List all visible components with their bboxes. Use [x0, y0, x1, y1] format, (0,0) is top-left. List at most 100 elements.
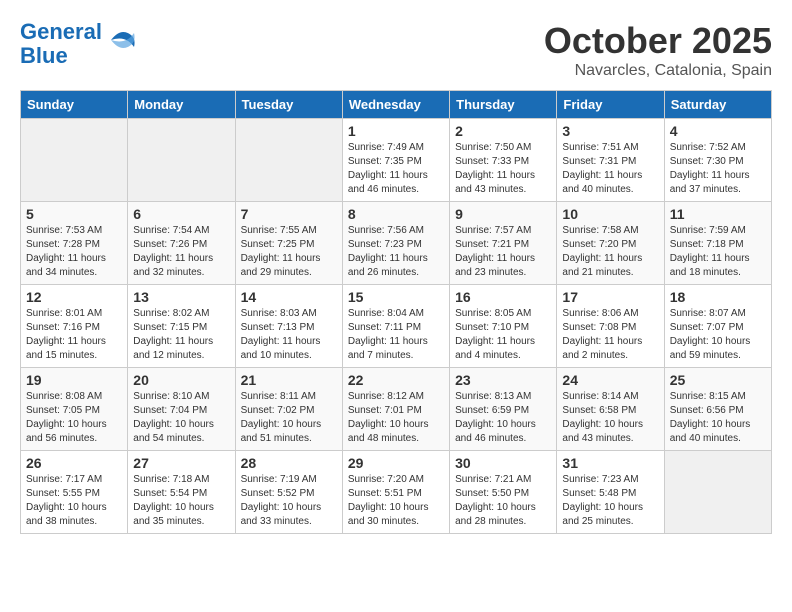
header-row: SundayMondayTuesdayWednesdayThursdayFrid… [21, 91, 772, 119]
day-cell [128, 119, 235, 202]
location: Navarcles, Catalonia, Spain [544, 62, 772, 80]
day-number: 2 [455, 123, 551, 139]
day-number: 15 [348, 289, 444, 305]
day-cell: 21 Sunrise: 8:11 AM Sunset: 7:02 PM Dayli… [235, 368, 342, 451]
day-info: Sunrise: 7:56 AM Sunset: 7:23 PM Dayligh… [348, 224, 444, 280]
day-cell: 12 Sunrise: 8:01 AM Sunset: 7:16 PM Dayli… [21, 285, 128, 368]
day-info: Sunrise: 7:51 AM Sunset: 7:31 PM Dayligh… [562, 141, 658, 197]
day-cell: 19 Sunrise: 8:08 AM Sunset: 7:05 PM Dayli… [21, 368, 128, 451]
day-number: 9 [455, 206, 551, 222]
day-info: Sunrise: 7:58 AM Sunset: 7:20 PM Dayligh… [562, 224, 658, 280]
day-cell: 22 Sunrise: 8:12 AM Sunset: 7:01 PM Dayli… [342, 368, 449, 451]
day-cell: 29 Sunrise: 7:20 AM Sunset: 5:51 PM Dayli… [342, 451, 449, 534]
day-cell [664, 451, 771, 534]
day-cell: 26 Sunrise: 7:17 AM Sunset: 5:55 PM Dayli… [21, 451, 128, 534]
col-header-thursday: Thursday [450, 91, 557, 119]
day-number: 22 [348, 372, 444, 388]
day-cell: 20 Sunrise: 8:10 AM Sunset: 7:04 PM Dayli… [128, 368, 235, 451]
day-cell: 16 Sunrise: 8:05 AM Sunset: 7:10 PM Dayli… [450, 285, 557, 368]
day-info: Sunrise: 7:59 AM Sunset: 7:18 PM Dayligh… [670, 224, 766, 280]
day-number: 17 [562, 289, 658, 305]
week-row-1: 1Sunrise: 7:49 AM Sunset: 7:35 PM Daylig… [21, 119, 772, 202]
day-info: Sunrise: 7:23 AM Sunset: 5:48 PM Dayligh… [562, 473, 658, 529]
day-info: Sunrise: 7:21 AM Sunset: 5:50 PM Dayligh… [455, 473, 551, 529]
day-info: Sunrise: 8:03 AM Sunset: 7:13 PM Dayligh… [241, 307, 337, 363]
week-row-3: 12 Sunrise: 8:01 AM Sunset: 7:16 PM Dayli… [21, 285, 772, 368]
day-cell: 30 Sunrise: 7:21 AM Sunset: 5:50 PM Dayli… [450, 451, 557, 534]
col-header-saturday: Saturday [664, 91, 771, 119]
day-number: 3 [562, 123, 658, 139]
col-header-tuesday: Tuesday [235, 91, 342, 119]
day-info: Sunrise: 7:54 AM Sunset: 7:26 PM Dayligh… [133, 224, 229, 280]
day-cell: 6 Sunrise: 7:54 AM Sunset: 7:26 PM Daylig… [128, 202, 235, 285]
day-info: Sunrise: 7:55 AM Sunset: 7:25 PM Dayligh… [241, 224, 337, 280]
col-header-wednesday: Wednesday [342, 91, 449, 119]
day-number: 6 [133, 206, 229, 222]
day-info: Sunrise: 8:08 AM Sunset: 7:05 PM Dayligh… [26, 390, 122, 446]
day-cell: 23 Sunrise: 8:13 AM Sunset: 6:59 PM Dayli… [450, 368, 557, 451]
day-cell: 9 Sunrise: 7:57 AM Sunset: 7:21 PM Daylig… [450, 202, 557, 285]
week-row-5: 26 Sunrise: 7:17 AM Sunset: 5:55 PM Dayli… [21, 451, 772, 534]
day-number: 8 [348, 206, 444, 222]
day-info: Sunrise: 7:57 AM Sunset: 7:21 PM Dayligh… [455, 224, 551, 280]
day-info: Sunrise: 7:19 AM Sunset: 5:52 PM Dayligh… [241, 473, 337, 529]
day-number: 12 [26, 289, 122, 305]
day-number: 26 [26, 455, 122, 471]
day-cell: 1Sunrise: 7:49 AM Sunset: 7:35 PM Daylig… [342, 119, 449, 202]
day-number: 20 [133, 372, 229, 388]
day-cell: 13Sunrise: 8:02 AM Sunset: 7:15 PM Dayli… [128, 285, 235, 368]
day-info: Sunrise: 7:53 AM Sunset: 7:28 PM Dayligh… [26, 224, 122, 280]
day-info: Sunrise: 7:52 AM Sunset: 7:30 PM Dayligh… [670, 141, 766, 197]
day-number: 21 [241, 372, 337, 388]
logo-line1: General [20, 19, 102, 44]
day-number: 7 [241, 206, 337, 222]
day-cell: 2Sunrise: 7:50 AM Sunset: 7:33 PM Daylig… [450, 119, 557, 202]
day-cell: 4 Sunrise: 7:52 AM Sunset: 7:30 PM Daylig… [664, 119, 771, 202]
day-cell: 18Sunrise: 8:07 AM Sunset: 7:07 PM Dayli… [664, 285, 771, 368]
day-info: Sunrise: 8:13 AM Sunset: 6:59 PM Dayligh… [455, 390, 551, 446]
month-title: October 2025 [544, 20, 772, 62]
title-block: October 2025 Navarcles, Catalonia, Spain [544, 20, 772, 80]
logo-line2: Blue [20, 43, 68, 68]
day-number: 25 [670, 372, 766, 388]
day-number: 31 [562, 455, 658, 471]
day-info: Sunrise: 8:06 AM Sunset: 7:08 PM Dayligh… [562, 307, 658, 363]
day-number: 23 [455, 372, 551, 388]
day-number: 30 [455, 455, 551, 471]
day-number: 27 [133, 455, 229, 471]
day-number: 4 [670, 123, 766, 139]
day-cell: 25 Sunrise: 8:15 AM Sunset: 6:56 PM Dayli… [664, 368, 771, 451]
day-info: Sunrise: 7:17 AM Sunset: 5:55 PM Dayligh… [26, 473, 122, 529]
day-cell: 5 Sunrise: 7:53 AM Sunset: 7:28 PM Daylig… [21, 202, 128, 285]
logo-icon [106, 25, 136, 55]
day-info: Sunrise: 8:02 AM Sunset: 7:15 PM Dayligh… [133, 307, 229, 363]
day-number: 10 [562, 206, 658, 222]
day-info: Sunrise: 8:12 AM Sunset: 7:01 PM Dayligh… [348, 390, 444, 446]
day-number: 16 [455, 289, 551, 305]
day-info: Sunrise: 7:49 AM Sunset: 7:35 PM Dayligh… [348, 141, 444, 197]
day-info: Sunrise: 7:20 AM Sunset: 5:51 PM Dayligh… [348, 473, 444, 529]
day-cell [21, 119, 128, 202]
day-number: 5 [26, 206, 122, 222]
day-info: Sunrise: 8:05 AM Sunset: 7:10 PM Dayligh… [455, 307, 551, 363]
day-number: 29 [348, 455, 444, 471]
day-info: Sunrise: 8:01 AM Sunset: 7:16 PM Dayligh… [26, 307, 122, 363]
day-cell: 24Sunrise: 8:14 AM Sunset: 6:58 PM Dayli… [557, 368, 664, 451]
day-info: Sunrise: 8:10 AM Sunset: 7:04 PM Dayligh… [133, 390, 229, 446]
day-number: 19 [26, 372, 122, 388]
calendar-table: SundayMondayTuesdayWednesdayThursdayFrid… [20, 90, 772, 534]
day-info: Sunrise: 8:04 AM Sunset: 7:11 PM Dayligh… [348, 307, 444, 363]
col-header-sunday: Sunday [21, 91, 128, 119]
day-info: Sunrise: 8:11 AM Sunset: 7:02 PM Dayligh… [241, 390, 337, 446]
col-header-friday: Friday [557, 91, 664, 119]
day-number: 14 [241, 289, 337, 305]
day-number: 18 [670, 289, 766, 305]
day-cell [235, 119, 342, 202]
day-cell: 15 Sunrise: 8:04 AM Sunset: 7:11 PM Dayli… [342, 285, 449, 368]
day-cell: 14 Sunrise: 8:03 AM Sunset: 7:13 PM Dayli… [235, 285, 342, 368]
day-info: Sunrise: 8:15 AM Sunset: 6:56 PM Dayligh… [670, 390, 766, 446]
day-info: Sunrise: 7:18 AM Sunset: 5:54 PM Dayligh… [133, 473, 229, 529]
day-cell: 10 Sunrise: 7:58 AM Sunset: 7:20 PM Dayli… [557, 202, 664, 285]
day-cell: 28Sunrise: 7:19 AM Sunset: 5:52 PM Dayli… [235, 451, 342, 534]
day-cell: 8 Sunrise: 7:56 AM Sunset: 7:23 PM Daylig… [342, 202, 449, 285]
